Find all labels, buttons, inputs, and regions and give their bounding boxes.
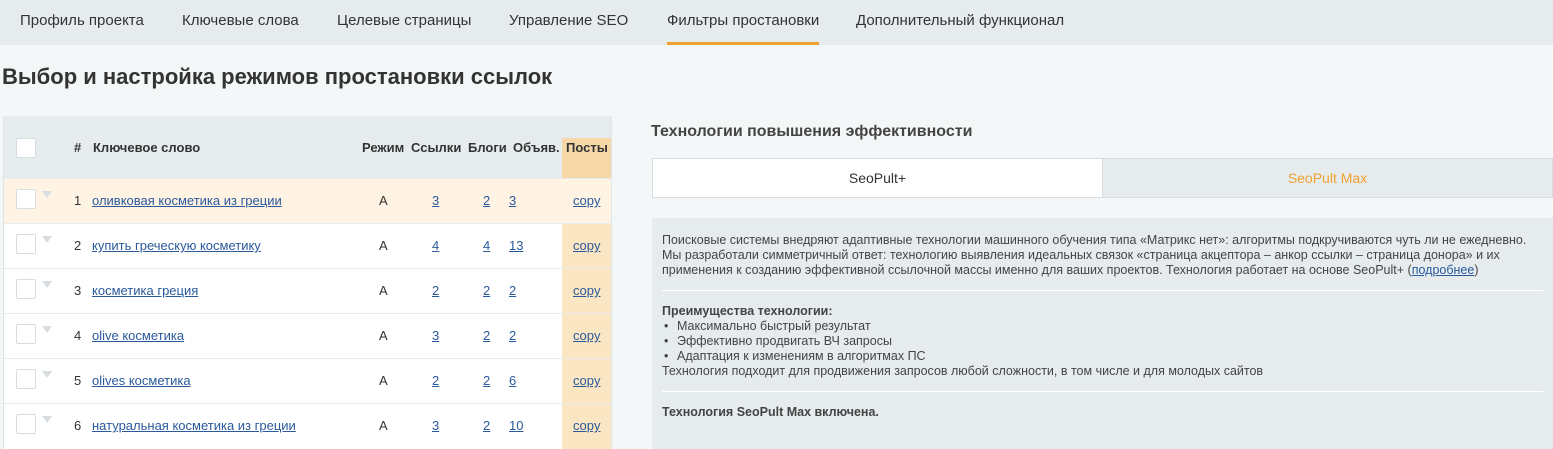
paren-close: ) [1474, 263, 1479, 277]
row-number: 1 [74, 193, 82, 208]
tech-status: Технология SeoPult Max включена. [662, 405, 879, 419]
header-ads[interactable]: Объяв. [513, 140, 560, 155]
tab-placement-filters[interactable]: Фильтры простановки [667, 0, 820, 45]
blogs-count-link[interactable]: 2 [483, 373, 490, 388]
keyword-link[interactable]: оливковая косметика из греции [92, 193, 282, 208]
tech-description-text: Поисковые системы внедряют адаптивные те… [662, 233, 1527, 277]
blogs-count-link[interactable]: 2 [483, 283, 490, 298]
keyword-link[interactable]: натуральная косметика из греции [92, 418, 296, 433]
list-item: Адаптация к изменениям в алгоритмах ПС [662, 349, 1543, 364]
tech-selector: SeoPult+ SeoPult Max [652, 158, 1553, 198]
row-mode: A [379, 418, 388, 433]
advantages-title: Преимущества технологии: [662, 304, 833, 318]
page-title: Выбор и настройка режимов простановки сс… [2, 64, 553, 89]
chevron-down-icon[interactable] [42, 191, 52, 198]
links-count-link[interactable]: 3 [432, 193, 439, 208]
row-number: 4 [74, 328, 82, 343]
divider [662, 290, 1543, 291]
table-row: 5 olives косметика A 2 2 6 copy [4, 358, 611, 403]
posts-copy-link[interactable]: copy [573, 373, 600, 388]
blogs-count-link[interactable]: 4 [483, 238, 490, 253]
row-mode: A [379, 373, 388, 388]
row-number: 6 [74, 418, 82, 433]
tab-project-profile[interactable]: Профиль проекта [20, 0, 144, 45]
links-count-link[interactable]: 4 [432, 238, 439, 253]
row-mode: A [379, 193, 388, 208]
row-checkbox[interactable] [16, 234, 36, 254]
keyword-table: # Ключевое слово Режим Ссылки Блоги Объя… [3, 116, 612, 449]
header-num: # [74, 140, 82, 155]
posts-copy-link[interactable]: copy [573, 283, 600, 298]
table-row: 6 натуральная косметика из греции A 3 2 … [4, 403, 611, 448]
keyword-link[interactable]: olives косметика [92, 373, 191, 388]
header-links[interactable]: Ссылки [411, 140, 461, 155]
row-checkbox[interactable] [16, 324, 36, 344]
ads-count-link[interactable]: 13 [509, 238, 523, 253]
select-all-checkbox[interactable] [16, 138, 36, 158]
ads-count-link[interactable]: 2 [509, 328, 516, 343]
posts-copy-link[interactable]: copy [573, 193, 600, 208]
table-row: 3 косметика греция A 2 2 2 copy [4, 268, 611, 313]
tech-section-title: Технологии повышения эффективности [651, 123, 973, 140]
ads-count-link[interactable]: 6 [509, 373, 516, 388]
divider [662, 391, 1543, 392]
blogs-count-link[interactable]: 2 [483, 418, 490, 433]
chevron-down-icon[interactable] [42, 281, 52, 288]
links-count-link[interactable]: 2 [432, 283, 439, 298]
tab-extra-features[interactable]: Дополнительный функционал [856, 0, 1064, 45]
chevron-down-icon[interactable] [42, 326, 52, 333]
row-mode: A [379, 283, 388, 298]
advantages-list: Максимально быстрый результат Эффективно… [662, 319, 1543, 364]
blogs-count-link[interactable]: 2 [483, 193, 490, 208]
header-keyword[interactable]: Ключевое слово [93, 140, 200, 155]
row-checkbox[interactable] [16, 189, 36, 209]
ads-count-link[interactable]: 3 [509, 193, 516, 208]
row-number: 5 [74, 373, 82, 388]
tech-suitability: Технология подходит для продвижения запр… [662, 364, 1264, 378]
tech-description: Поисковые системы внедряют адаптивные те… [662, 233, 1543, 278]
row-number: 3 [74, 283, 82, 298]
table-row: 4 olive косметика A 3 2 2 copy [4, 313, 611, 358]
posts-copy-link[interactable]: copy [573, 328, 600, 343]
links-count-link[interactable]: 3 [432, 418, 439, 433]
list-item: Эффективно продвигать ВЧ запросы [662, 334, 1543, 349]
posts-copy-link[interactable]: copy [573, 238, 600, 253]
keyword-link[interactable]: косметика греция [92, 283, 198, 298]
table-row: 2 купить греческую косметику A 4 4 13 co… [4, 223, 611, 268]
posts-copy-link[interactable]: copy [573, 418, 600, 433]
links-count-link[interactable]: 3 [432, 328, 439, 343]
chevron-down-icon[interactable] [42, 371, 52, 378]
tech-info-panel: Поисковые системы внедряют адаптивные те… [652, 218, 1553, 449]
row-checkbox[interactable] [16, 369, 36, 389]
row-checkbox[interactable] [16, 414, 36, 434]
keyword-link[interactable]: olive косметика [92, 328, 184, 343]
keyword-link[interactable]: купить греческую косметику [92, 238, 261, 253]
top-navigation: Профиль проекта Ключевые слова Целевые с… [0, 0, 1553, 45]
option-seopult-plus[interactable]: SeoPult+ [653, 159, 1102, 197]
header-blogs[interactable]: Блоги [468, 140, 507, 155]
more-link[interactable]: подробнее [1412, 263, 1475, 277]
row-mode: A [379, 238, 388, 253]
row-checkbox[interactable] [16, 279, 36, 299]
row-number: 2 [74, 238, 82, 253]
row-mode: A [379, 328, 388, 343]
tab-target-pages[interactable]: Целевые страницы [337, 0, 471, 45]
chevron-down-icon[interactable] [42, 416, 52, 423]
table-row: 1 оливковая косметика из греции A 3 2 3 … [4, 178, 611, 223]
header-posts[interactable]: Посты [566, 140, 608, 155]
links-count-link[interactable]: 2 [432, 373, 439, 388]
chevron-down-icon[interactable] [42, 236, 52, 243]
ads-count-link[interactable]: 10 [509, 418, 523, 433]
ads-count-link[interactable]: 2 [509, 283, 516, 298]
tab-keywords[interactable]: Ключевые слова [182, 0, 299, 45]
option-seopult-max[interactable]: SeoPult Max [1102, 159, 1552, 197]
header-mode[interactable]: Режим [362, 140, 404, 155]
tab-seo-management[interactable]: Управление SEO [509, 0, 628, 45]
blogs-count-link[interactable]: 2 [483, 328, 490, 343]
list-item: Максимально быстрый результат [662, 319, 1543, 334]
